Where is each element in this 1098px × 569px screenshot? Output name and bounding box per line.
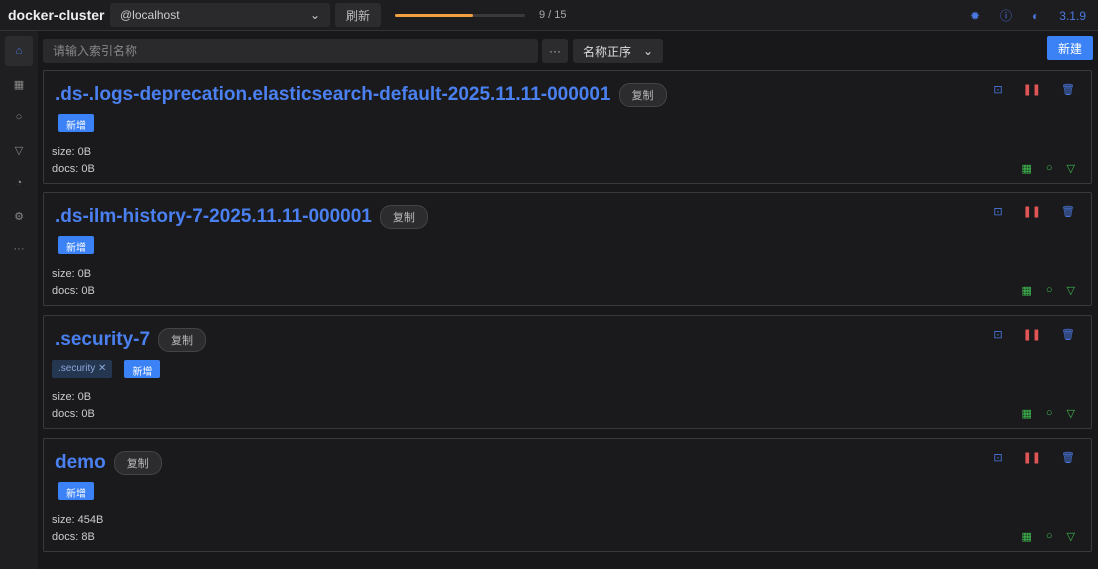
chevron-down-icon: ⌄ bbox=[309, 8, 320, 22]
index-size: size: 454B bbox=[52, 514, 104, 526]
trash-icon[interactable]: 🗑︎ bbox=[1061, 451, 1075, 464]
cluster-name: docker-cluster bbox=[8, 7, 105, 23]
alias-tag[interactable]: .security ✕ bbox=[52, 360, 113, 378]
grid-icon[interactable]: ▦ bbox=[1021, 162, 1031, 175]
add-alias-button[interactable]: 新增 bbox=[124, 360, 161, 378]
index-docs: docs: 0B bbox=[52, 285, 95, 297]
unlock-icon[interactable]: ⊡ bbox=[993, 451, 1002, 464]
grid-icon[interactable]: ▦ bbox=[1021, 530, 1031, 543]
index-card: .ds-.logs-deprecation.elasticsearch-defa… bbox=[43, 70, 1092, 184]
search-icon[interactable]: ○ bbox=[1046, 530, 1053, 543]
unlock-icon[interactable]: ⊡ bbox=[993, 83, 1002, 96]
trash-icon[interactable]: 🗑︎ bbox=[1061, 328, 1075, 341]
index-card: demo 复制 新增 size: 454B docs: 8B ⊡ ❚❚ 🗑︎ ▦ ○ ▽ bbox=[43, 438, 1092, 552]
home-icon[interactable]: ⌂ bbox=[5, 36, 33, 66]
grid-icon[interactable]: ▦ bbox=[1021, 284, 1031, 297]
filter-icon[interactable]: ▽ bbox=[1067, 407, 1075, 420]
filter-icon[interactable]: ▽ bbox=[1067, 284, 1075, 297]
alias-label: .security bbox=[58, 363, 96, 374]
search-icon[interactable]: ○ bbox=[1046, 407, 1053, 420]
pause-icon[interactable]: ❚❚ bbox=[1023, 205, 1041, 218]
top-bar: docker-cluster @localhost ⌄ 刷新 9 / 15 ✹ ⓘ… bbox=[0, 0, 1098, 31]
unlock-icon[interactable]: ⊡ bbox=[993, 205, 1002, 218]
more-button[interactable]: ··· bbox=[542, 39, 568, 63]
index-card: .security-7 复制 .security ✕ 新增 size: 0B docs… bbox=[43, 315, 1092, 429]
index-docs: docs: 0B bbox=[52, 163, 95, 175]
host-select[interactable]: @localhost ⌄ bbox=[110, 3, 330, 27]
index-search-input[interactable]: 请输入索引名称 bbox=[43, 39, 538, 63]
progress-label: 9 / 15 bbox=[539, 9, 567, 21]
index-name[interactable]: demo bbox=[55, 452, 106, 474]
copy-button[interactable]: 复制 bbox=[379, 205, 428, 229]
host-value: @localhost bbox=[120, 8, 180, 22]
more-icon[interactable]: ··· bbox=[5, 234, 33, 264]
index-name[interactable]: .security-7 bbox=[55, 329, 150, 351]
bug-icon[interactable]: ✹ bbox=[970, 9, 980, 23]
grid-icon[interactable]: ▦ bbox=[1021, 407, 1031, 420]
pause-icon[interactable]: ❚❚ bbox=[1023, 83, 1041, 96]
index-card: .ds-ilm-history-7-2025.11.11-000001 复制 新增… bbox=[43, 192, 1092, 306]
add-alias-button[interactable]: 新增 bbox=[58, 114, 94, 132]
filter-icon[interactable]: ▽ bbox=[1067, 530, 1075, 543]
index-docs: docs: 0B bbox=[52, 408, 95, 420]
index-size: size: 0B bbox=[52, 391, 92, 403]
copy-button[interactable]: 复制 bbox=[158, 328, 207, 352]
search-icon[interactable]: ○ bbox=[1046, 284, 1053, 297]
index-name[interactable]: .ds-ilm-history-7-2025.11.11-000001 bbox=[55, 206, 372, 228]
grid-icon[interactable]: ▦ bbox=[5, 69, 33, 99]
progress-bar bbox=[395, 13, 525, 17]
add-alias-button[interactable]: 新增 bbox=[58, 482, 94, 500]
new-index-button[interactable]: 新建 bbox=[1047, 36, 1093, 60]
theme-icon[interactable]: ◐ bbox=[1032, 9, 1039, 23]
close-icon[interactable]: ✕ bbox=[98, 363, 106, 374]
sidebar: ⌂ ▦ ○ ▽ ◔ ⚙ ··· bbox=[0, 31, 38, 569]
refresh-button[interactable]: 刷新 bbox=[335, 3, 381, 27]
gear-icon[interactable]: ⚙ bbox=[5, 201, 33, 231]
filter-icon[interactable]: ▽ bbox=[1067, 162, 1075, 175]
unlock-icon[interactable]: ⊡ bbox=[993, 328, 1002, 341]
sort-select[interactable]: 名称正序 ⌄ bbox=[573, 39, 663, 63]
index-name[interactable]: .ds-.logs-deprecation.elasticsearch-defa… bbox=[55, 84, 611, 106]
pause-icon[interactable]: ❚❚ bbox=[1023, 328, 1041, 341]
search-icon[interactable]: ○ bbox=[1046, 162, 1053, 175]
pause-icon[interactable]: ❚❚ bbox=[1023, 451, 1041, 464]
info-icon[interactable]: ⓘ bbox=[1000, 7, 1012, 24]
trash-icon[interactable]: 🗑︎ bbox=[1061, 83, 1075, 96]
copy-button[interactable]: 复制 bbox=[618, 83, 667, 107]
trash-icon[interactable]: 🗑︎ bbox=[1061, 205, 1075, 218]
index-size: size: 0B bbox=[52, 268, 92, 280]
version-label[interactable]: 3.1.9 bbox=[1059, 9, 1086, 23]
chevron-down-icon: ⌄ bbox=[642, 44, 653, 58]
copy-button[interactable]: 复制 bbox=[113, 451, 162, 475]
sort-value: 名称正序 bbox=[583, 44, 632, 59]
index-size: size: 0B bbox=[52, 146, 92, 158]
add-alias-button[interactable]: 新增 bbox=[58, 236, 94, 254]
filter-icon[interactable]: ▽ bbox=[5, 135, 33, 165]
index-docs: docs: 8B bbox=[52, 531, 95, 543]
search-icon[interactable]: ○ bbox=[5, 102, 33, 132]
dashboard-icon[interactable]: ◔ bbox=[5, 168, 33, 198]
